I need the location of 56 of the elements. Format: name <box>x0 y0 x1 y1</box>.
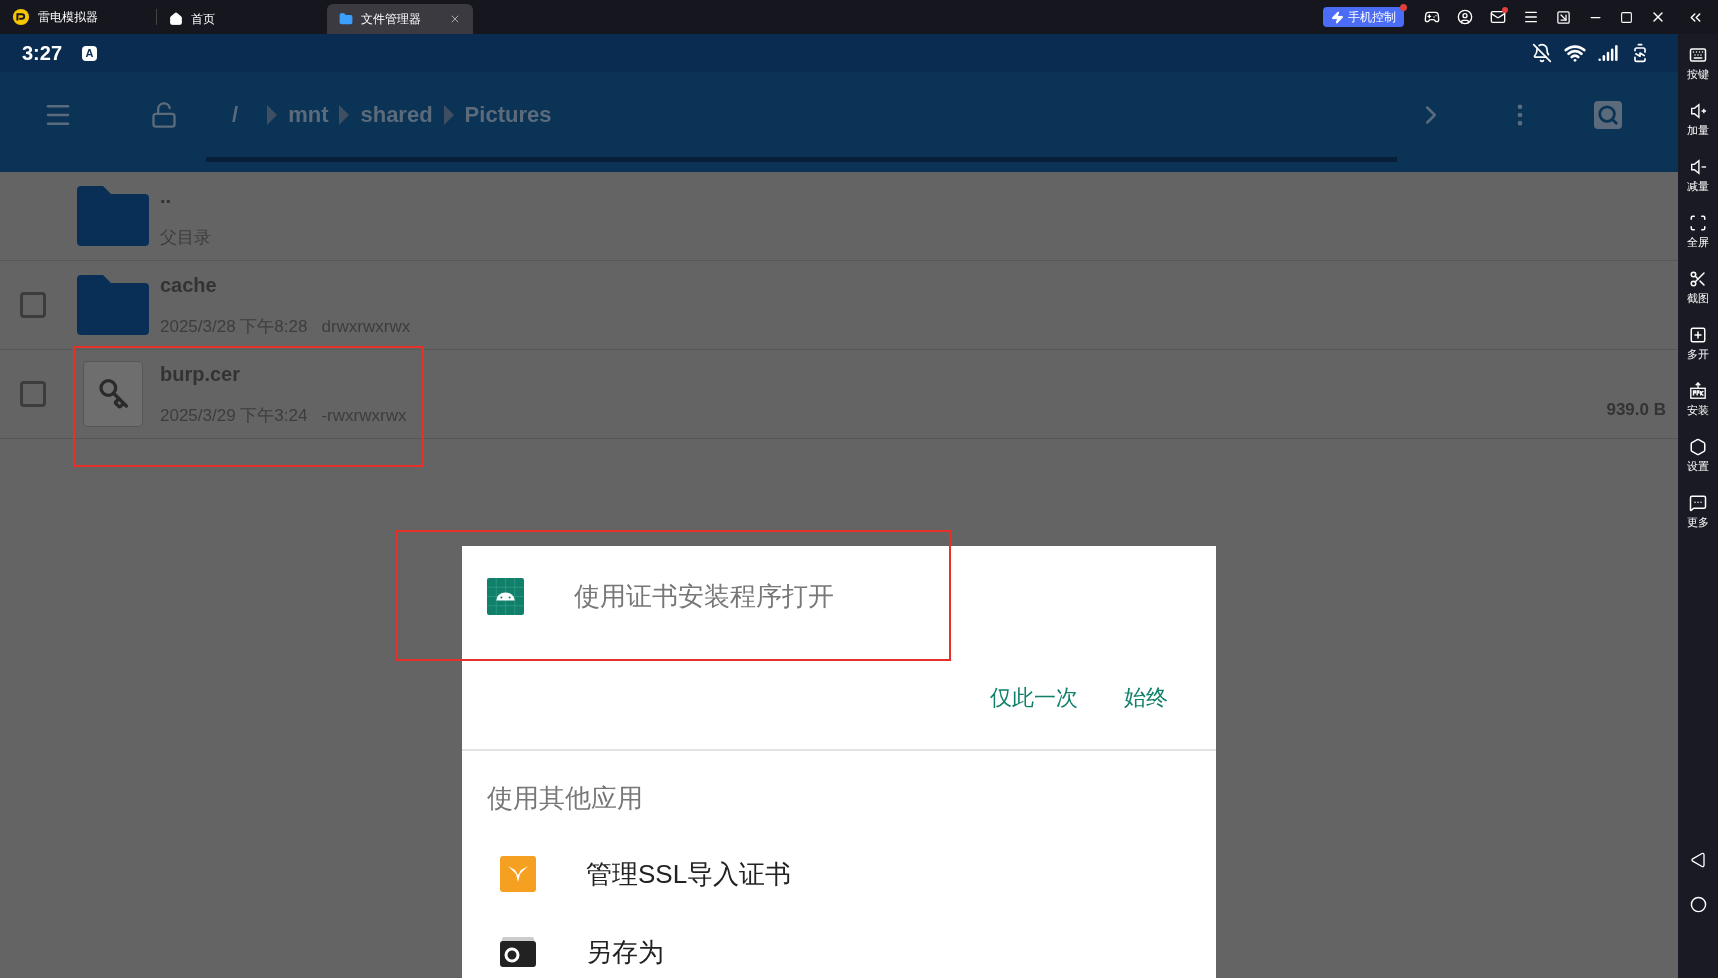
input-indicator: A <box>82 45 98 61</box>
section-title: 使用其他应用 <box>487 782 644 815</box>
breadcrumb-arrow-icon <box>338 104 351 125</box>
tab[interactable]: 文件管理器 <box>327 4 473 34</box>
app-option[interactable]: 另存为 <box>462 932 1216 972</box>
dialog-action-button[interactable]: 始终 <box>1124 681 1168 714</box>
android-app-icon <box>487 577 524 615</box>
install-icon <box>1689 382 1707 400</box>
side-panel-button[interactable]: 安装 <box>1678 382 1718 438</box>
app-name: 雷电模拟器 <box>38 9 98 26</box>
dialog-action-button[interactable]: 仅此一次 <box>990 681 1078 714</box>
folder-icon <box>339 12 353 26</box>
fullscreen-icon <box>1689 214 1707 232</box>
home-button-icon[interactable] <box>1689 896 1707 913</box>
app-option[interactable]: 管理SSL导入证书 <box>462 854 1216 894</box>
window-resize-icon[interactable] <box>1556 9 1571 25</box>
volume-up-icon <box>1689 102 1707 120</box>
side-panel-button[interactable]: 按键 <box>1678 46 1718 102</box>
gamepad-icon[interactable] <box>1424 9 1440 25</box>
side-panel-button[interactable]: 全屏 <box>1678 214 1718 270</box>
checkbox[interactable] <box>20 292 46 318</box>
app-logo-icon <box>12 8 30 26</box>
side-panel-button[interactable]: 截图 <box>1678 270 1718 326</box>
key-file-icon <box>83 361 143 427</box>
bell-off-icon <box>1532 43 1552 63</box>
mail-icon[interactable] <box>1490 9 1506 25</box>
breadcrumb-arrow-icon <box>442 104 455 125</box>
wifi-icon <box>1564 42 1586 64</box>
side-panel-button[interactable]: 设置 <box>1678 438 1718 494</box>
close-tab-icon[interactable] <box>449 13 461 25</box>
file-name: .. <box>160 184 173 210</box>
phone-control-button[interactable]: 手机控制 <box>1323 7 1404 27</box>
back-icon[interactable] <box>1690 852 1706 868</box>
side-panel-button[interactable]: 减量 <box>1678 158 1718 214</box>
signal-icon <box>1598 43 1618 63</box>
side-panel-button[interactable]: 多开 <box>1678 326 1718 382</box>
side-panel-button[interactable]: 更多 <box>1678 494 1718 550</box>
multi-window-icon <box>1689 326 1707 344</box>
lightning-icon <box>1331 10 1344 24</box>
breadcrumb-arrow-icon <box>266 104 279 125</box>
folder-app-icon <box>500 937 536 967</box>
keyboard-icon <box>1689 46 1707 64</box>
maximize-icon[interactable] <box>1620 10 1633 24</box>
user-icon[interactable] <box>1457 9 1473 25</box>
menu-icon[interactable] <box>1523 9 1539 25</box>
checkbox[interactable] <box>20 381 46 407</box>
bird-app-icon <box>500 856 536 892</box>
tab[interactable]: 首页 <box>157 4 303 34</box>
volume-down-icon <box>1689 158 1707 176</box>
clock: 3:27 <box>22 41 63 66</box>
more-icon <box>1689 494 1707 512</box>
settings-icon <box>1689 438 1707 456</box>
side-panel-button[interactable]: 加量 <box>1678 102 1718 158</box>
scissors-icon <box>1689 270 1707 288</box>
home-icon <box>169 12 183 26</box>
primary-app-label[interactable]: 使用证书安装程序打开 <box>574 576 834 616</box>
